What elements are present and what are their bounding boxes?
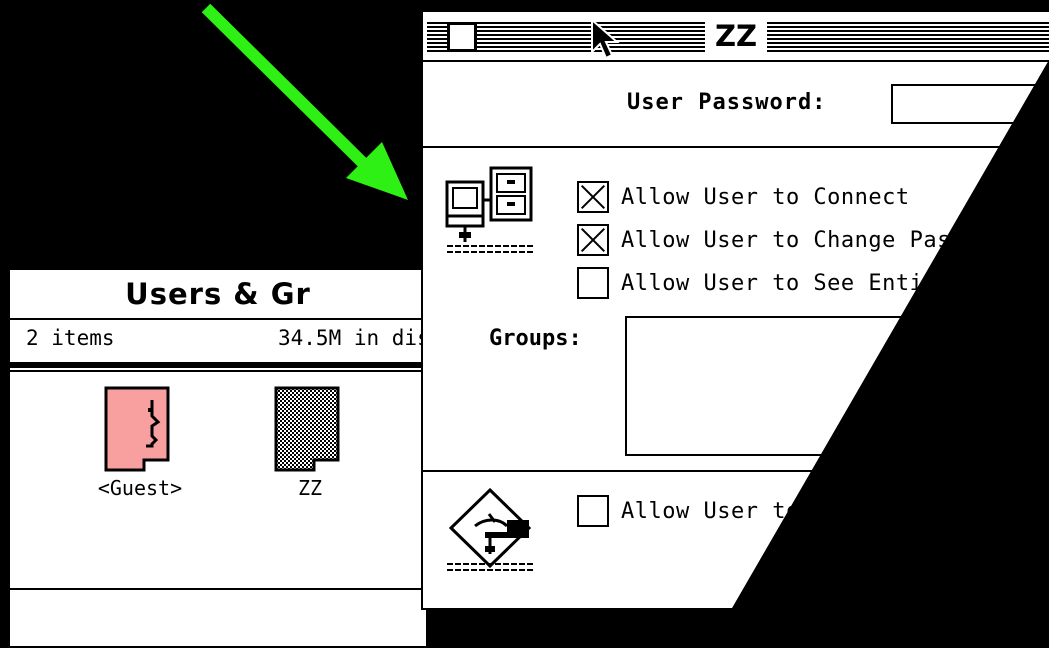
user-silhouette-icon	[274, 386, 340, 472]
mouse-cursor-icon	[591, 18, 620, 60]
allow-change-password-label: Allow User to Change Pass	[621, 227, 965, 253]
user-zz-window: ZZ User Password: Allow User to Connect …	[421, 10, 1049, 610]
file-sharing-computer-icon	[445, 166, 533, 253]
zz-title-bar[interactable]: ZZ	[423, 12, 1049, 62]
zz-window-title: ZZ	[705, 12, 768, 60]
allow-see-entire-label: Allow User to See Entire	[621, 270, 951, 296]
item-count: 2 items	[26, 326, 115, 350]
disk-space-info: 34.5M in dis	[278, 326, 430, 350]
close-box[interactable]	[447, 22, 477, 52]
checkbox-row-change-password[interactable]: Allow User to Change Pass	[577, 223, 965, 257]
allow-connect-checkbox[interactable]	[577, 181, 609, 213]
users-groups-window: Users & Gr 2 items 34.5M in dis <Guest>	[8, 268, 430, 648]
allow-connect-label: Allow User to Connect	[621, 184, 910, 210]
user-label-guest: <Guest>	[97, 476, 183, 500]
password-field[interactable]	[891, 84, 1049, 124]
groups-label: Groups:	[489, 326, 582, 351]
user-label-zz: ZZ	[297, 476, 323, 500]
checkbox-row-see-entire[interactable]: Allow User to See Entire	[577, 266, 951, 300]
allow-linking-label: Allow User to	[621, 498, 800, 524]
users-groups-window-title[interactable]: Users & Gr	[10, 270, 426, 320]
program-linking-hand-icon	[447, 488, 533, 571]
users-list: <Guest> ZZ	[10, 374, 426, 586]
user-item-zz[interactable]: ZZ	[250, 384, 370, 504]
groups-list[interactable]	[625, 316, 1045, 456]
allow-change-password-checkbox[interactable]	[577, 224, 609, 256]
password-label: User Password:	[627, 90, 827, 115]
guest-face-icon	[104, 386, 170, 472]
allow-see-entire-checkbox[interactable]	[577, 267, 609, 299]
checkbox-row-linking[interactable]: Allow User to	[577, 494, 800, 528]
user-item-guest[interactable]: <Guest>	[80, 384, 200, 504]
checkbox-row-connect[interactable]: Allow User to Connect	[577, 180, 910, 214]
users-groups-info-bar: 2 items 34.5M in dis	[10, 320, 430, 366]
allow-linking-checkbox[interactable]	[577, 495, 609, 527]
